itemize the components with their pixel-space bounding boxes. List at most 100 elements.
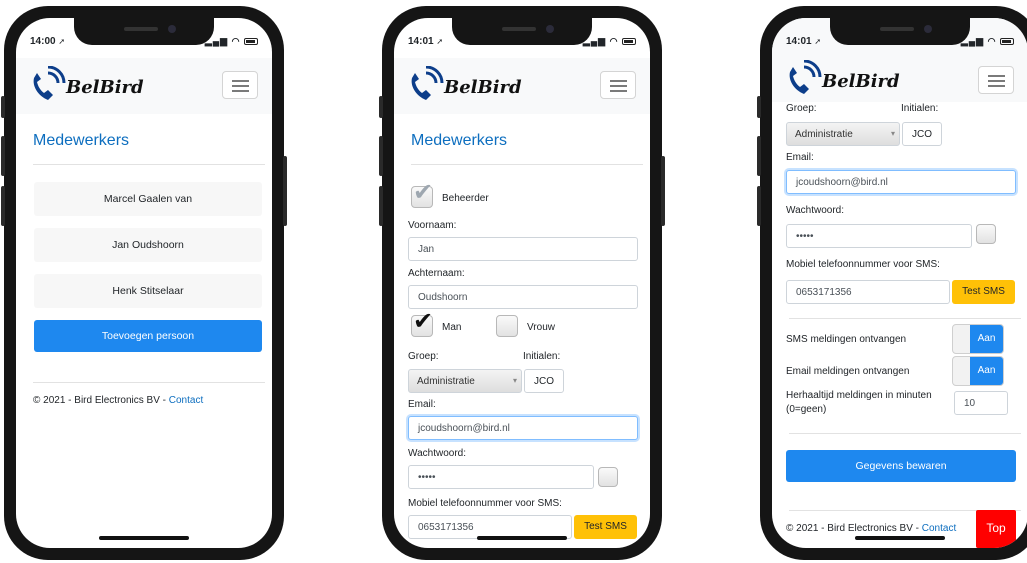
checkmark-icon: ✔ bbox=[413, 308, 434, 335]
initialen-input[interactable]: JCO bbox=[524, 369, 564, 393]
divider bbox=[33, 382, 265, 383]
navbar: BelBird bbox=[394, 58, 650, 114]
email-label: Email: bbox=[786, 152, 814, 163]
wachtwoord-label: Wachtwoord: bbox=[786, 205, 844, 216]
phone-logo-icon bbox=[411, 66, 444, 100]
phone-screen-2: 14:01 ➚ ▂▄▆ ◠ BelBird Medewerkers ✔ Behe… bbox=[394, 18, 650, 548]
person-list-item[interactable]: Marcel Gaalen van bbox=[34, 182, 262, 216]
toggle-on-label: Aan bbox=[970, 357, 1003, 385]
scroll-top-button[interactable]: Top bbox=[976, 510, 1016, 548]
add-person-button[interactable]: Toevoegen persoon bbox=[34, 320, 262, 352]
test-sms-button[interactable]: Test SMS bbox=[574, 515, 637, 539]
belbird-logo[interactable]: BelBird bbox=[28, 66, 144, 106]
sms-notifications-toggle[interactable]: Aan bbox=[952, 324, 1004, 354]
wifi-icon: ◠ bbox=[231, 36, 241, 46]
hamburger-icon bbox=[232, 80, 249, 82]
person-list-item[interactable]: Jan Oudshoorn bbox=[34, 228, 262, 262]
battery-icon bbox=[244, 38, 258, 45]
location-arrow-icon: ➚ bbox=[58, 37, 66, 46]
brand-name: BelBird bbox=[444, 77, 522, 98]
belbird-logo[interactable]: BelBird bbox=[784, 60, 900, 100]
footer: © 2021 - Bird Electronics BV - Contact bbox=[786, 523, 956, 534]
groep-label: Groep: bbox=[408, 351, 439, 362]
location-arrow-icon: ➚ bbox=[436, 37, 444, 46]
groep-select[interactable]: Administratie ▾ bbox=[786, 122, 900, 146]
vrouw-label: Vrouw bbox=[527, 322, 555, 333]
beheerder-checkbox[interactable]: ✔ bbox=[411, 181, 433, 208]
initialen-label: Initialen: bbox=[901, 103, 939, 114]
achternaam-input[interactable]: Oudshoorn bbox=[408, 285, 638, 309]
divider bbox=[33, 164, 265, 165]
phone-logo-icon bbox=[789, 60, 822, 94]
mobiel-label: Mobiel telefoonnummer voor SMS: bbox=[408, 498, 562, 509]
home-indicator bbox=[99, 536, 189, 540]
email-input[interactable]: jcoudshoorn@bird.nl bbox=[786, 170, 1016, 194]
divider bbox=[789, 318, 1021, 319]
footer-copyright: © 2021 - Bird Electronics BV - bbox=[786, 523, 922, 534]
notch bbox=[830, 18, 970, 45]
location-arrow-icon: ➚ bbox=[814, 37, 822, 46]
divider bbox=[789, 433, 1021, 434]
email-label: Email: bbox=[408, 399, 436, 410]
divider bbox=[411, 164, 643, 165]
phone-frame-1: 14:00 ➚ ▂▄▆ ◠ BelBird Medewerkers Marcel… bbox=[1, 6, 287, 560]
notch bbox=[452, 18, 592, 45]
status-time: 14:01 bbox=[408, 36, 434, 47]
menu-toggle-button[interactable] bbox=[600, 71, 636, 99]
chevron-down-icon: ▾ bbox=[890, 129, 895, 138]
status-time: 14:00 bbox=[30, 36, 56, 47]
wachtwoord-input[interactable]: ••••• bbox=[786, 224, 972, 248]
mobiel-input[interactable]: 0653171356 bbox=[786, 280, 950, 304]
voornaam-input[interactable]: Jan bbox=[408, 237, 638, 261]
vrouw-checkbox[interactable] bbox=[496, 315, 518, 337]
chevron-down-icon: ▾ bbox=[512, 376, 517, 385]
contact-link[interactable]: Contact bbox=[169, 395, 203, 406]
brand-name: BelBird bbox=[822, 71, 900, 92]
achternaam-label: Achternaam: bbox=[408, 268, 465, 279]
mobiel-label: Mobiel telefoonnummer voor SMS: bbox=[786, 259, 940, 270]
brand-name: BelBird bbox=[66, 77, 144, 98]
phone-logo-icon bbox=[33, 66, 66, 100]
email-input[interactable]: jcoudshoorn@bird.nl bbox=[408, 416, 638, 440]
groep-select-value: Administratie bbox=[795, 129, 853, 140]
email-notifications-label: Email meldingen ontvangen bbox=[786, 366, 910, 377]
groep-select-value: Administratie bbox=[417, 376, 475, 387]
menu-toggle-button[interactable] bbox=[222, 71, 258, 99]
man-label: Man bbox=[442, 322, 462, 333]
home-indicator bbox=[477, 536, 567, 540]
beheerder-label: Beheerder bbox=[442, 193, 489, 204]
hamburger-icon bbox=[988, 75, 1005, 77]
show-password-toggle[interactable] bbox=[976, 224, 996, 244]
wachtwoord-label: Wachtwoord: bbox=[408, 448, 466, 459]
battery-icon bbox=[1000, 38, 1014, 45]
menu-toggle-button[interactable] bbox=[978, 66, 1014, 94]
footer-copyright: © 2021 - Bird Electronics BV - bbox=[33, 395, 169, 406]
page-title: Medewerkers bbox=[33, 132, 130, 149]
test-sms-button[interactable]: Test SMS bbox=[952, 280, 1015, 304]
groep-select[interactable]: Administratie ▾ bbox=[408, 369, 522, 393]
show-password-toggle[interactable] bbox=[598, 467, 618, 487]
herhaaltijd-input[interactable]: 10 bbox=[954, 391, 1008, 415]
initialen-label: Initialen: bbox=[523, 351, 561, 362]
herhaaltijd-label: Herhaaltijd meldingen in minuten (0=geen… bbox=[786, 390, 932, 415]
initialen-input[interactable]: JCO bbox=[902, 122, 942, 146]
navbar: BelBird bbox=[772, 58, 1027, 102]
home-indicator bbox=[855, 536, 945, 540]
phone-screen-1: 14:00 ➚ ▂▄▆ ◠ BelBird Medewerkers Marcel… bbox=[16, 18, 272, 548]
notch bbox=[74, 18, 214, 45]
footer: © 2021 - Bird Electronics BV - Contact bbox=[33, 395, 203, 406]
page-title: Medewerkers bbox=[411, 132, 508, 149]
wachtwoord-input[interactable]: ••••• bbox=[408, 465, 594, 489]
save-button[interactable]: Gegevens bewaren bbox=[786, 450, 1016, 482]
phone-frame-3: Groep: Initialen: Administratie ▾ JCO Ema… bbox=[757, 6, 1027, 560]
navbar: BelBird bbox=[16, 58, 272, 114]
hamburger-icon bbox=[610, 80, 627, 82]
email-notifications-toggle[interactable]: Aan bbox=[952, 356, 1004, 386]
person-list-item[interactable]: Henk Stitselaar bbox=[34, 274, 262, 308]
phone-frame-2: 14:01 ➚ ▂▄▆ ◠ BelBird Medewerkers ✔ Behe… bbox=[379, 6, 665, 560]
phone-screen-3: Groep: Initialen: Administratie ▾ JCO Ema… bbox=[772, 18, 1027, 548]
belbird-logo[interactable]: BelBird bbox=[406, 66, 522, 106]
man-checkbox[interactable]: ✔ bbox=[411, 310, 433, 337]
wifi-icon: ◠ bbox=[987, 36, 997, 46]
contact-link[interactable]: Contact bbox=[922, 523, 956, 534]
